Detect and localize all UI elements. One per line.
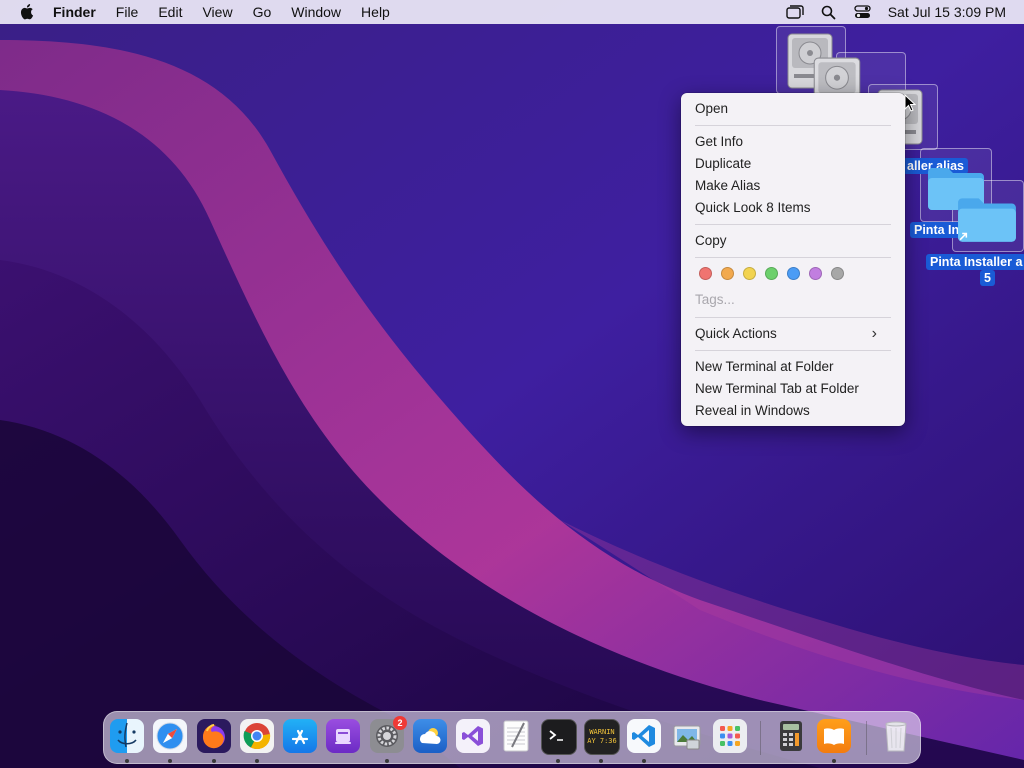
tag-dot-purple[interactable] <box>809 267 822 280</box>
menu-item-quick-actions[interactable]: Quick Actions › <box>695 324 891 344</box>
tag-dot-red[interactable] <box>699 267 712 280</box>
spotlight-search-icon[interactable] <box>820 4 838 20</box>
console-text-line: AY 7:36 <box>587 737 617 745</box>
menu-file[interactable]: File <box>106 0 149 24</box>
firefox-icon[interactable] <box>197 719 231 753</box>
menu-item-tags[interactable]: Tags... <box>695 290 735 310</box>
running-indicator <box>168 759 172 763</box>
menu-item-open[interactable]: Open <box>695 99 728 119</box>
running-indicator <box>556 759 560 763</box>
chevron-right-icon: › <box>871 325 877 342</box>
books-icon[interactable] <box>817 719 851 753</box>
console-text-line: WARNIN <box>589 728 615 736</box>
app-store-icon[interactable] <box>283 719 317 753</box>
menu-separator <box>695 224 891 225</box>
menu-clock[interactable]: Sat Jul 15 3:09 PM <box>888 4 1006 20</box>
chrome-icon[interactable] <box>240 719 274 753</box>
apple-menu-icon[interactable] <box>17 0 37 24</box>
vscode-icon[interactable] <box>627 719 661 753</box>
menu-bar: Finder File Edit View Go Window Help Sat… <box>0 0 1024 24</box>
textedit-icon[interactable] <box>499 719 533 753</box>
dock-separator <box>866 721 867 755</box>
menu-separator <box>695 257 891 258</box>
tag-colors-row <box>699 267 844 280</box>
trash-icon[interactable] <box>879 719 913 753</box>
menu-app-finder[interactable]: Finder <box>47 0 106 24</box>
menu-item-new-terminal-tab[interactable]: New Terminal Tab at Folder <box>695 379 859 399</box>
terminal-icon[interactable] <box>541 719 577 755</box>
running-indicator <box>599 759 603 763</box>
safari-icon[interactable] <box>153 719 187 753</box>
dock: 2 WARNIN AY 7:36 <box>103 711 921 764</box>
menu-item-get-info[interactable]: Get Info <box>695 132 743 152</box>
tag-dot-green[interactable] <box>765 267 778 280</box>
running-indicator <box>255 759 259 763</box>
menu-item-copy[interactable]: Copy <box>695 231 727 251</box>
menu-view[interactable]: View <box>192 0 242 24</box>
menu-go[interactable]: Go <box>243 0 282 24</box>
context-menu: Open Get Info Duplicate Make Alias Quick… <box>681 93 905 426</box>
tag-dot-yellow[interactable] <box>743 267 756 280</box>
menu-separator <box>695 125 891 126</box>
menu-item-make-alias[interactable]: Make Alias <box>695 176 760 196</box>
tag-dot-orange[interactable] <box>721 267 734 280</box>
weather-icon[interactable] <box>413 719 447 753</box>
podcasts-icon[interactable] <box>326 719 360 753</box>
mouse-pointer-icon <box>904 93 917 117</box>
folder-alias-icon[interactable] <box>956 194 1018 249</box>
menu-item-quick-look[interactable]: Quick Look 8 Items <box>695 198 811 218</box>
calculator-icon[interactable] <box>774 719 808 753</box>
menu-separator <box>695 350 891 351</box>
preview-icon[interactable] <box>670 719 704 753</box>
desktop-icon-label[interactable]: Pinta Installer a <box>926 254 1024 270</box>
running-indicator <box>832 759 836 763</box>
finder-icon[interactable] <box>110 719 144 753</box>
running-indicator <box>385 759 389 763</box>
menu-item-new-terminal[interactable]: New Terminal at Folder <box>695 357 834 377</box>
menu-separator <box>695 317 891 318</box>
menu-window[interactable]: Window <box>281 0 351 24</box>
launchpad-icon[interactable] <box>713 719 747 753</box>
menu-item-label: Quick Actions <box>695 326 777 341</box>
desktop-icon-label[interactable]: 5 <box>980 270 995 286</box>
dock-separator <box>760 721 761 755</box>
control-center-icon[interactable] <box>854 4 872 20</box>
notification-badge: 2 <box>393 716 407 730</box>
tag-dot-blue[interactable] <box>787 267 800 280</box>
running-indicator <box>212 759 216 763</box>
menu-item-duplicate[interactable]: Duplicate <box>695 154 751 174</box>
tag-dot-gray[interactable] <box>831 267 844 280</box>
menu-help[interactable]: Help <box>351 0 400 24</box>
menu-item-reveal-windows[interactable]: Reveal in Windows <box>695 401 810 421</box>
menu-edit[interactable]: Edit <box>148 0 192 24</box>
stage-manager-icon[interactable] <box>786 4 804 20</box>
console-icon[interactable]: WARNIN AY 7:36 <box>584 719 620 755</box>
running-indicator <box>642 759 646 763</box>
visual-studio-icon[interactable] <box>456 719 490 753</box>
running-indicator <box>125 759 129 763</box>
